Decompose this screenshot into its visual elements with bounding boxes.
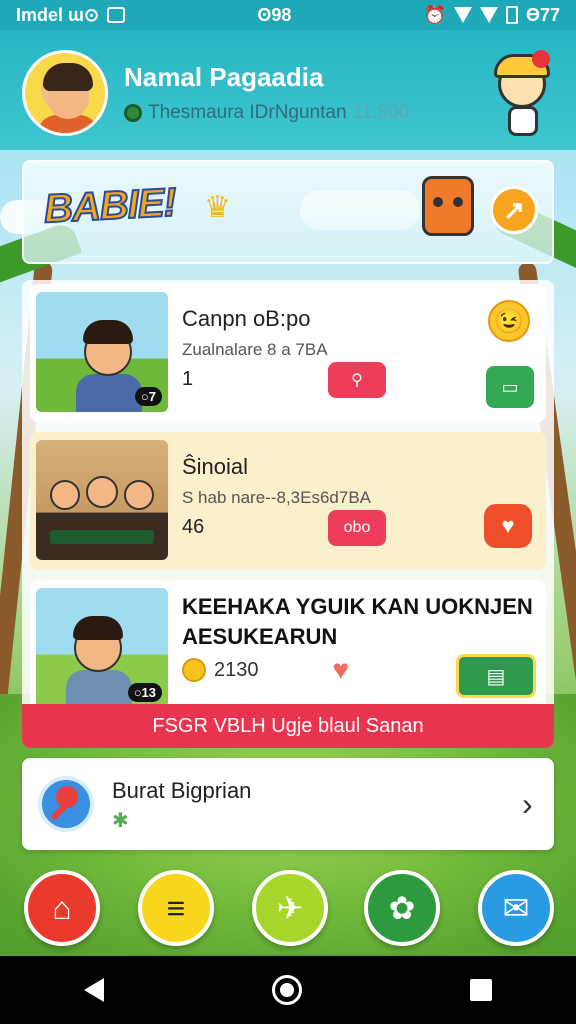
alarm-icon: ⏰ [423, 4, 446, 25]
card-subtitle: Zualnalare 8 a 7BA [182, 340, 328, 359]
thumb-face [50, 480, 80, 510]
heart-badge-icon[interactable]: ♥ [484, 504, 532, 548]
recent-apps-icon[interactable] [470, 979, 492, 1001]
thumb-badge: ○7 [134, 387, 162, 406]
thumb-body [76, 374, 142, 412]
list-card[interactable]: ○13 KEEHAKA YGUIK KAN UOKNJEN AESUKEARUN… [30, 580, 546, 718]
status-left: Imdel ɯ⊙ [16, 4, 126, 26]
wifi-icon [453, 7, 472, 23]
list-card[interactable]: ○7 Canpn oB:po Zualnalare 8 a 7BA 1 ⚲ 😉 … [30, 284, 546, 422]
user-subtitle-text: Thesmaura IDrNguntan [148, 102, 347, 123]
battery-text: Ɵ77 [525, 4, 560, 25]
game-banner[interactable]: BABIE! ♛ ↗ [22, 160, 554, 264]
treasure-chest-icon[interactable] [422, 176, 474, 236]
back-icon[interactable] [84, 978, 104, 1002]
card-list: ○7 Canpn oB:po Zualnalare 8 a 7BA 1 ⚲ 😉 … [22, 280, 554, 748]
mascot-bow [532, 50, 550, 68]
user-count: 11.800 [352, 102, 410, 123]
thumb-face [124, 480, 154, 510]
online-status-icon [124, 104, 142, 122]
banner-action-button[interactable]: ↗ [490, 186, 538, 234]
sparkle-icon: ✱ [112, 810, 129, 832]
signal-icon [479, 7, 498, 23]
card-thumbnail: ○7 [36, 292, 168, 412]
mascot-body [508, 106, 538, 136]
card-title-line: KEEHAKA YGUIK KAN UOKNJEN [182, 594, 533, 619]
avatar[interactable] [22, 50, 108, 136]
card-badge-button[interactable]: ▭ [486, 366, 534, 408]
card-number: 46 [182, 516, 205, 538]
mascot-icon[interactable] [494, 50, 552, 146]
home-button[interactable]: ⌂ [24, 870, 100, 946]
status-left-text: Imdel ɯ⊙ [16, 4, 100, 25]
card-title-line: AESUKEARUN [182, 624, 338, 649]
status-time: ʘ98 [257, 4, 292, 25]
chevron-right-icon[interactable]: › [522, 786, 533, 823]
image-icon [107, 7, 126, 23]
menu-button[interactable]: ≡ [138, 870, 214, 946]
thumb-label [50, 530, 154, 544]
thumb-face [86, 476, 118, 508]
list-card[interactable]: Ŝinoial S hab nare--8,3Es6d7BA 46 obo ♥ [30, 432, 546, 570]
status-bar: Imdel ɯ⊙ ʘ98 ⏰ Ɵ77 [0, 0, 576, 30]
card-pill-button[interactable]: obo [328, 510, 386, 546]
crown-icon: ♛ [204, 191, 231, 224]
thumb-hair [73, 616, 123, 640]
home-circle-icon[interactable] [272, 975, 302, 1005]
card-subtitle: S hab nare--8,3Es6d7BA [182, 488, 372, 507]
heart-icon[interactable]: ♥ [333, 654, 350, 686]
card-icon-button[interactable]: ▤ [456, 654, 536, 698]
system-navigation-bar [0, 956, 576, 1024]
thumb-body [66, 670, 132, 708]
card-title: Canpn oB:po [182, 306, 311, 331]
avatar-hair [43, 63, 93, 91]
list-item[interactable]: Burat Bigprian ✱ › [22, 758, 554, 850]
mail-button[interactable]: ✉ [478, 870, 554, 946]
card-title: KEEHAKA YGUIK KAN UOKNJEN AESUKEARUN [182, 592, 533, 652]
settings-button[interactable]: ✿ [364, 870, 440, 946]
card-stats: 2130 ♥ [182, 654, 349, 686]
user-name: Namal Pagaadia [124, 62, 324, 92]
card-title: Ŝinoial [182, 454, 249, 479]
coin-icon [182, 658, 206, 682]
promo-banner[interactable]: FSGR VBLH Ugje blaul Sanan [22, 704, 554, 748]
profile-header: Namal Pagaadia Thesmaura IDrNguntan 11.8… [0, 30, 576, 150]
status-right: ⏰ Ɵ77 [424, 5, 560, 26]
microphone-icon [38, 776, 94, 832]
card-number: 1 [182, 368, 194, 390]
thumb-hair [83, 320, 133, 344]
game-button[interactable]: ✈ [252, 870, 328, 946]
list-item-title: Burat Bigprian [112, 778, 252, 803]
search-button[interactable]: ⚲ [328, 362, 386, 398]
user-subtitle: Thesmaura IDrNguntan 11.800 [124, 102, 409, 124]
card-thumbnail: ○13 [36, 588, 168, 708]
card-thumbnail [36, 440, 168, 560]
game-logo: BABIE! [42, 180, 178, 233]
thumb-badge: ○13 [127, 683, 162, 702]
card-stat-value: 2130 [214, 658, 259, 681]
smiley-icon[interactable]: 😉 [488, 300, 530, 342]
battery-icon [505, 6, 518, 24]
